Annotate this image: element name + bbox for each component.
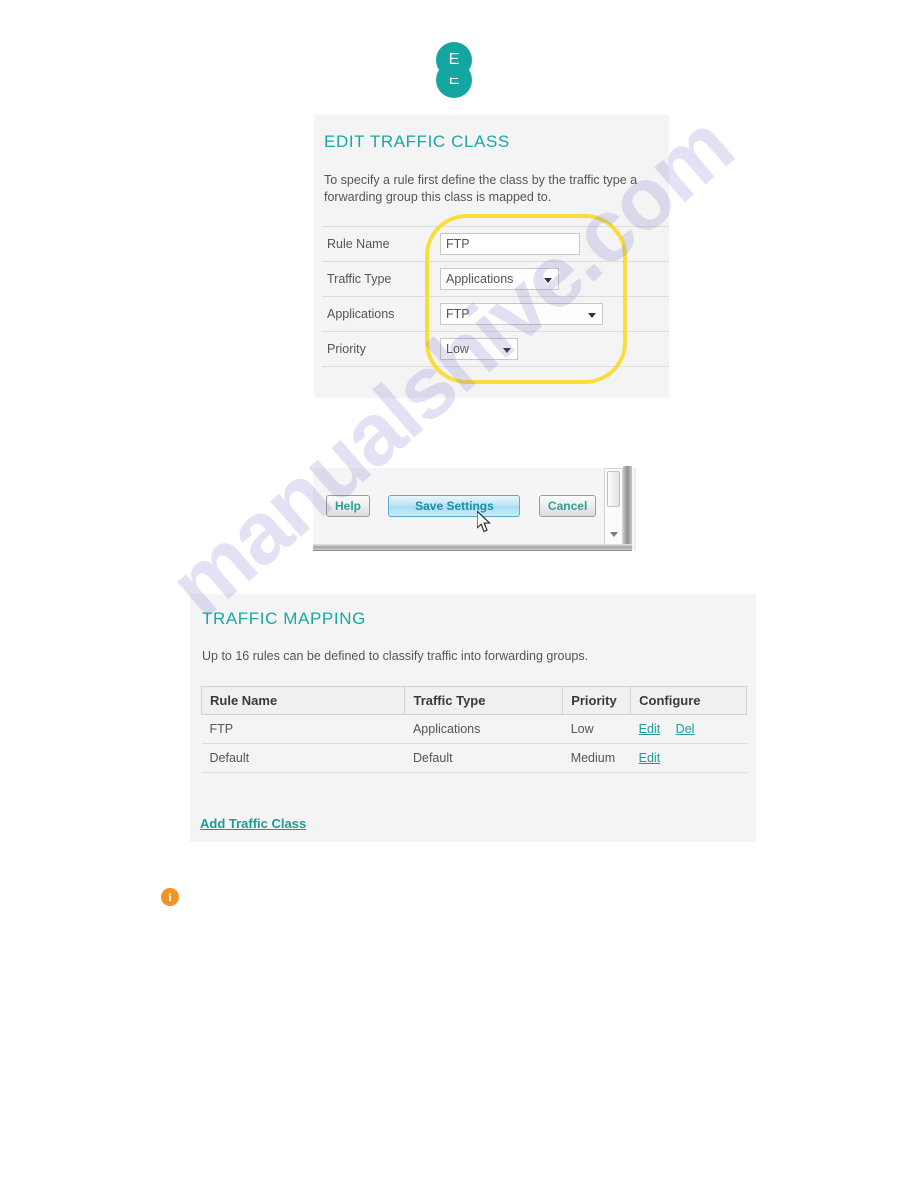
cell-rule-name: FTP bbox=[201, 714, 405, 744]
edit-traffic-class-title: EDIT TRAFFIC CLASS bbox=[324, 132, 510, 151]
column-header-priority: Priority bbox=[562, 686, 632, 715]
table-row: Default Default Medium Edit bbox=[201, 743, 747, 773]
dialog-frame-right-edge bbox=[623, 466, 632, 548]
dialog-button-bar: Help Save Settings Cancel bbox=[313, 468, 636, 550]
chevron-down-icon bbox=[544, 278, 552, 283]
cell-configure: Edit bbox=[630, 743, 747, 773]
page-root: E E EDIT TRAFFIC CLASS To specify a rule… bbox=[0, 0, 918, 1188]
column-header-traffic-type: Traffic Type bbox=[404, 686, 564, 715]
label-priority: Priority bbox=[322, 331, 440, 367]
traffic-mapping-panel: TRAFFIC MAPPING Up to 16 rules can be de… bbox=[190, 594, 756, 842]
delete-link[interactable]: Del bbox=[676, 722, 695, 736]
dialog-frame-bottom-edge bbox=[313, 544, 632, 551]
label-traffic-type: Traffic Type bbox=[322, 261, 440, 297]
form-row-traffic-type: Traffic Type Applications bbox=[322, 261, 669, 297]
form-row-applications: Applications FTP bbox=[322, 296, 669, 332]
cell-traffic-type: Applications bbox=[404, 714, 563, 744]
edit-link[interactable]: Edit bbox=[639, 722, 661, 736]
mouse-cursor-icon bbox=[477, 511, 491, 533]
edit-traffic-class-panel: EDIT TRAFFIC CLASS To specify a rule fir… bbox=[314, 115, 669, 398]
traffic-type-select-value: Applications bbox=[446, 272, 514, 286]
column-header-configure: Configure bbox=[630, 686, 747, 715]
edit-traffic-class-description: To specify a rule first define the class… bbox=[324, 173, 638, 204]
column-header-rule-name: Rule Name bbox=[200, 686, 406, 715]
applications-select-value: FTP bbox=[446, 307, 470, 321]
label-applications: Applications bbox=[322, 296, 440, 332]
add-traffic-class-link[interactable]: Add Traffic Class bbox=[200, 816, 306, 831]
button-row: Help Save Settings Cancel bbox=[326, 495, 610, 517]
priority-select[interactable]: Low bbox=[440, 338, 518, 360]
form-row-priority: Priority Low bbox=[322, 331, 669, 367]
form-row-rule-name: Rule Name FTP bbox=[322, 226, 669, 262]
ee-logo: E E bbox=[436, 42, 472, 98]
table-row: FTP Applications Low Edit Del bbox=[201, 714, 747, 744]
help-button[interactable]: Help bbox=[326, 495, 371, 517]
rule-name-input[interactable]: FTP bbox=[440, 233, 580, 255]
edit-traffic-class-form: Rule Name FTP Traffic Type Applications bbox=[322, 226, 669, 367]
chevron-down-icon bbox=[588, 313, 596, 318]
traffic-type-select[interactable]: Applications bbox=[440, 268, 559, 290]
traffic-mapping-description: Up to 16 rules can be defined to classif… bbox=[202, 649, 589, 663]
priority-select-value: Low bbox=[446, 342, 469, 356]
dialog-scrollbar[interactable] bbox=[604, 468, 623, 545]
cell-traffic-type: Default bbox=[404, 743, 563, 773]
cell-priority: Medium bbox=[562, 743, 631, 773]
table-header-row: Rule Name Traffic Type Priority Configur… bbox=[200, 686, 747, 715]
scrollbar-thumb[interactable] bbox=[607, 471, 620, 507]
applications-select[interactable]: FTP bbox=[440, 303, 603, 325]
cell-configure: Edit Del bbox=[630, 714, 747, 744]
info-icon: i bbox=[161, 888, 179, 906]
save-settings-button[interactable]: Save Settings bbox=[388, 495, 521, 517]
cell-applications-select: FTP bbox=[440, 296, 669, 332]
cell-rule-name: Default bbox=[201, 743, 405, 773]
traffic-mapping-table: Rule Name Traffic Type Priority Configur… bbox=[200, 686, 747, 773]
ee-logo-circle-top: E bbox=[436, 42, 472, 78]
cell-rule-name-input: FTP bbox=[440, 226, 669, 262]
scroll-down-arrow-icon[interactable] bbox=[610, 532, 618, 537]
cell-traffic-type-select: Applications bbox=[440, 261, 669, 297]
cell-priority-select: Low bbox=[440, 331, 669, 367]
label-rule-name: Rule Name bbox=[322, 226, 440, 262]
traffic-mapping-title: TRAFFIC MAPPING bbox=[202, 609, 366, 628]
cell-priority: Low bbox=[562, 714, 631, 744]
edit-link[interactable]: Edit bbox=[639, 751, 661, 765]
chevron-down-icon bbox=[503, 348, 511, 353]
cancel-button[interactable]: Cancel bbox=[538, 495, 597, 517]
